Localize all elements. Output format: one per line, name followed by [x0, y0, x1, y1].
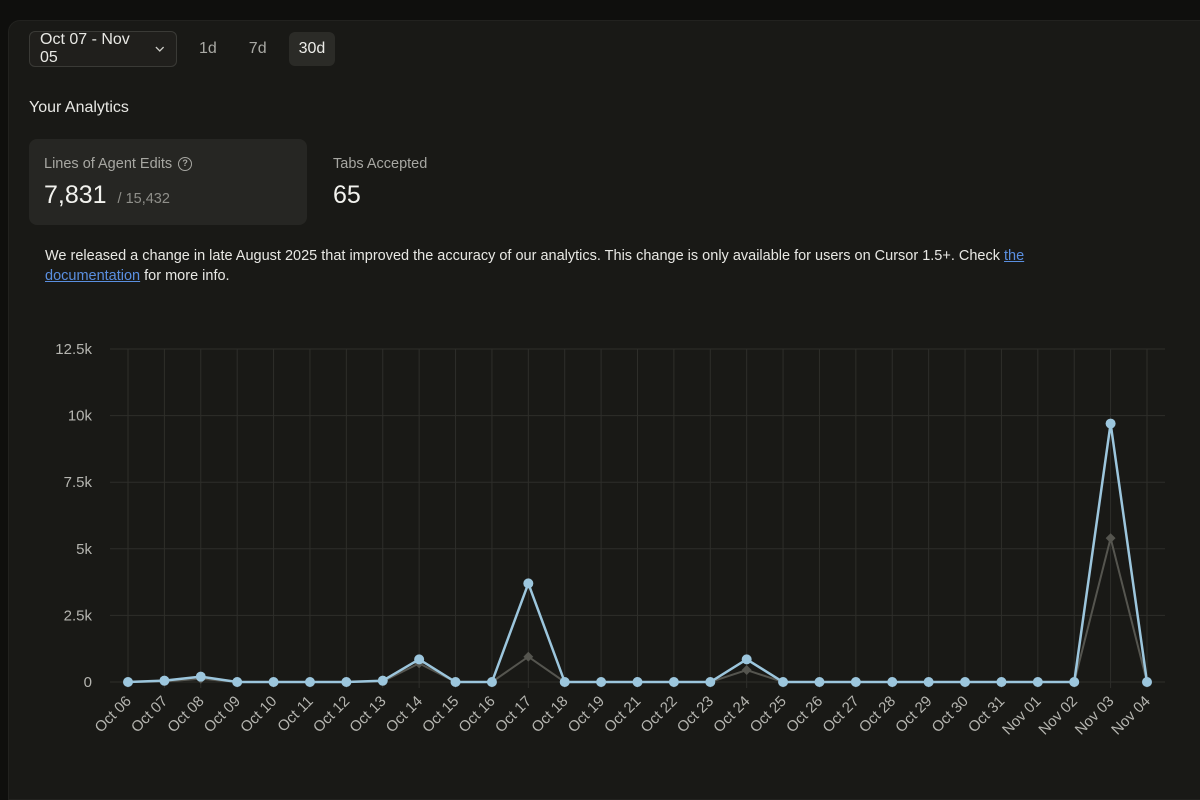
- x-tick-label: Oct 09: [201, 693, 244, 736]
- series-point-primary: [377, 675, 388, 686]
- x-tick-label: Oct 11: [274, 693, 316, 735]
- x-tick-label: Oct 29: [892, 693, 935, 736]
- series-point-primary: [814, 677, 825, 687]
- edits-line-chart: 02.5k5k7.5k10k12.5kOct 06Oct 07Oct 08Oct…: [55, 341, 1165, 739]
- series-point-primary: [559, 677, 570, 687]
- x-tick-label: Oct 22: [637, 693, 680, 736]
- x-tick-label: Oct 18: [528, 693, 571, 736]
- x-tick-label: Oct 16: [455, 693, 498, 736]
- x-tick-label: Nov 04: [1108, 693, 1154, 739]
- x-tick-label: Oct 21: [601, 693, 644, 736]
- x-tick-label: Nov 01: [999, 693, 1045, 739]
- series-point-primary: [596, 677, 607, 687]
- x-tick-label: Oct 30: [929, 693, 972, 736]
- series-point-primary: [705, 677, 716, 687]
- series-point-primary: [668, 677, 679, 687]
- y-tick-label: 5k: [76, 541, 92, 558]
- x-tick-label: Oct 27: [819, 693, 862, 736]
- x-tick-label: Oct 08: [164, 693, 207, 736]
- x-tick-label: Oct 24: [710, 693, 753, 736]
- series-point-primary: [850, 677, 861, 687]
- y-tick-label: 10k: [68, 408, 93, 425]
- series-point-primary: [1105, 418, 1116, 429]
- x-tick-label: Oct 26: [783, 693, 826, 736]
- series-point-secondary: [741, 665, 752, 675]
- x-tick-label: Oct 23: [674, 693, 717, 736]
- x-tick-label: Oct 15: [419, 693, 462, 736]
- series-point-primary: [304, 677, 315, 687]
- series-point-secondary: [1105, 533, 1116, 544]
- series-point-primary: [486, 677, 497, 687]
- y-tick-label: 2.5k: [64, 607, 93, 624]
- series-point-primary: [450, 677, 461, 687]
- series-point-primary: [232, 677, 243, 687]
- series-point-primary: [887, 677, 898, 687]
- x-tick-label: Oct 25: [747, 693, 790, 736]
- x-tick-label: Oct 10: [237, 693, 280, 736]
- series-point-primary: [1069, 677, 1080, 687]
- x-tick-label: Oct 06: [92, 693, 135, 736]
- series-point-primary: [414, 654, 425, 665]
- series-point-primary: [159, 675, 170, 686]
- series-point-primary: [195, 671, 206, 682]
- x-tick-label: Oct 19: [565, 693, 608, 736]
- series-point-primary: [741, 654, 752, 665]
- series-point-primary: [960, 677, 971, 687]
- series-point-primary: [523, 578, 534, 589]
- x-tick-label: Oct 28: [856, 693, 899, 736]
- x-tick-label: Nov 03: [1072, 693, 1118, 739]
- series-point-primary: [123, 677, 133, 687]
- series-point-primary: [778, 677, 789, 687]
- series-point-primary: [632, 677, 643, 687]
- series-point-primary: [1032, 677, 1043, 687]
- series-point-primary: [923, 677, 934, 687]
- x-tick-label: Oct 12: [310, 693, 353, 736]
- x-tick-label: Oct 07: [128, 693, 171, 736]
- series-point-primary: [268, 677, 279, 687]
- series-point-primary: [996, 677, 1007, 687]
- x-tick-label: Nov 02: [1035, 693, 1081, 739]
- y-tick-label: 0: [84, 674, 92, 691]
- x-tick-label: Oct 17: [492, 693, 535, 736]
- x-tick-label: Oct 14: [383, 693, 426, 736]
- series-point-primary: [341, 677, 352, 687]
- series-point-primary: [1142, 677, 1152, 687]
- x-tick-label: Oct 13: [346, 693, 389, 736]
- y-tick-label: 12.5k: [55, 341, 92, 358]
- y-tick-label: 7.5k: [64, 474, 93, 491]
